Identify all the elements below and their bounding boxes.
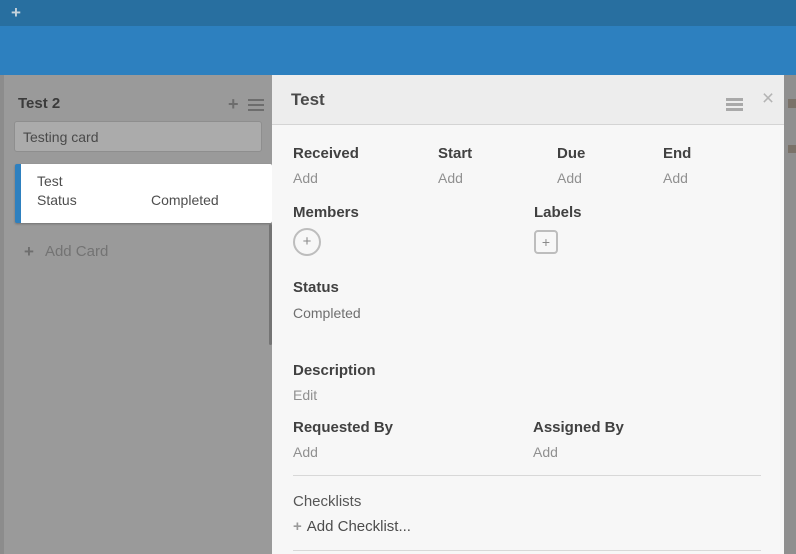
add-card-button[interactable]: + Add Card: [24, 242, 108, 260]
assigned-by-add-link[interactable]: Add: [533, 444, 763, 461]
members-label: Members: [293, 204, 534, 222]
dates-row: Received Add Start Add Due Add End Add: [293, 145, 763, 187]
add-checklist-plus-icon: +: [293, 518, 302, 535]
list-add-icon[interactable]: +: [228, 94, 239, 115]
start-field: Start Add: [438, 145, 557, 187]
add-card-plus-icon: +: [24, 242, 34, 262]
add-label-button[interactable]: +: [534, 230, 558, 254]
status-value: Completed: [293, 305, 361, 322]
close-icon[interactable]: ×: [756, 75, 780, 123]
labels-field: Labels +: [534, 204, 763, 256]
board-header-band: [0, 26, 796, 75]
description-label: Description: [293, 362, 376, 380]
clipped-list-mark: [788, 99, 796, 108]
members-labels-row: Members + Labels +: [293, 204, 763, 256]
assigned-by-label: Assigned By: [533, 419, 763, 437]
card-detail-title: Test: [291, 75, 325, 125]
divider: [293, 475, 761, 476]
topbar-add-icon[interactable]: +: [8, 3, 24, 23]
list-test2: Test 2 + Test StatusCompleted + Add Card: [4, 75, 272, 554]
status-section: Status Completed: [293, 279, 361, 322]
add-checklist-label: Add Checklist...: [307, 518, 411, 535]
description-edit-link[interactable]: Edit: [293, 387, 376, 404]
requested-by-add-link[interactable]: Add: [293, 444, 533, 461]
start-label: Start: [438, 145, 557, 163]
minicard-field-value: Completed: [151, 192, 219, 208]
clipped-list-mark: [788, 145, 796, 153]
list-title[interactable]: Test 2: [18, 95, 60, 112]
due-field: Due Add: [557, 145, 663, 187]
add-card-label: Add Card: [45, 243, 108, 260]
end-field: End Add: [663, 145, 763, 187]
card-detail-header: Test ×: [272, 75, 784, 125]
minicard-test[interactable]: Test StatusCompleted: [15, 164, 272, 223]
list-menu-icon[interactable]: [248, 99, 264, 111]
checklists-label: Checklists: [293, 493, 361, 511]
top-bar: +: [0, 0, 796, 26]
divider: [293, 550, 761, 551]
minicard-field-label: Status: [37, 191, 151, 210]
due-label: Due: [557, 145, 663, 163]
members-field: Members +: [293, 204, 534, 256]
description-section: Description Edit: [293, 362, 376, 404]
card-composer-input[interactable]: [14, 121, 262, 152]
add-checklist-button[interactable]: + Add Checklist...: [293, 518, 411, 536]
board-right-strip: [784, 75, 796, 554]
requested-by-label: Requested By: [293, 419, 533, 437]
minicard-title: Test: [37, 172, 272, 191]
due-add-link[interactable]: Add: [557, 170, 663, 187]
people-row: Requested By Add Assigned By Add: [293, 419, 763, 461]
requested-by-field: Requested By Add: [293, 419, 533, 461]
add-member-button[interactable]: +: [293, 228, 321, 256]
received-add-link[interactable]: Add: [293, 170, 438, 187]
status-label: Status: [293, 279, 361, 297]
received-label: Received: [293, 145, 438, 163]
received-field: Received Add: [293, 145, 438, 187]
end-label: End: [663, 145, 763, 163]
end-add-link[interactable]: Add: [663, 170, 763, 187]
minicard-field-row: StatusCompleted: [37, 191, 272, 210]
labels-label: Labels: [534, 204, 763, 222]
card-detail-panel: Test × Received Add Start Add Due Add En…: [272, 75, 784, 554]
app-screen: + Test 2 + Test StatusCompleted +Add Car…: [0, 0, 796, 554]
start-add-link[interactable]: Add: [438, 170, 557, 187]
assigned-by-field: Assigned By Add: [533, 419, 763, 461]
card-menu-icon[interactable]: [726, 98, 743, 111]
